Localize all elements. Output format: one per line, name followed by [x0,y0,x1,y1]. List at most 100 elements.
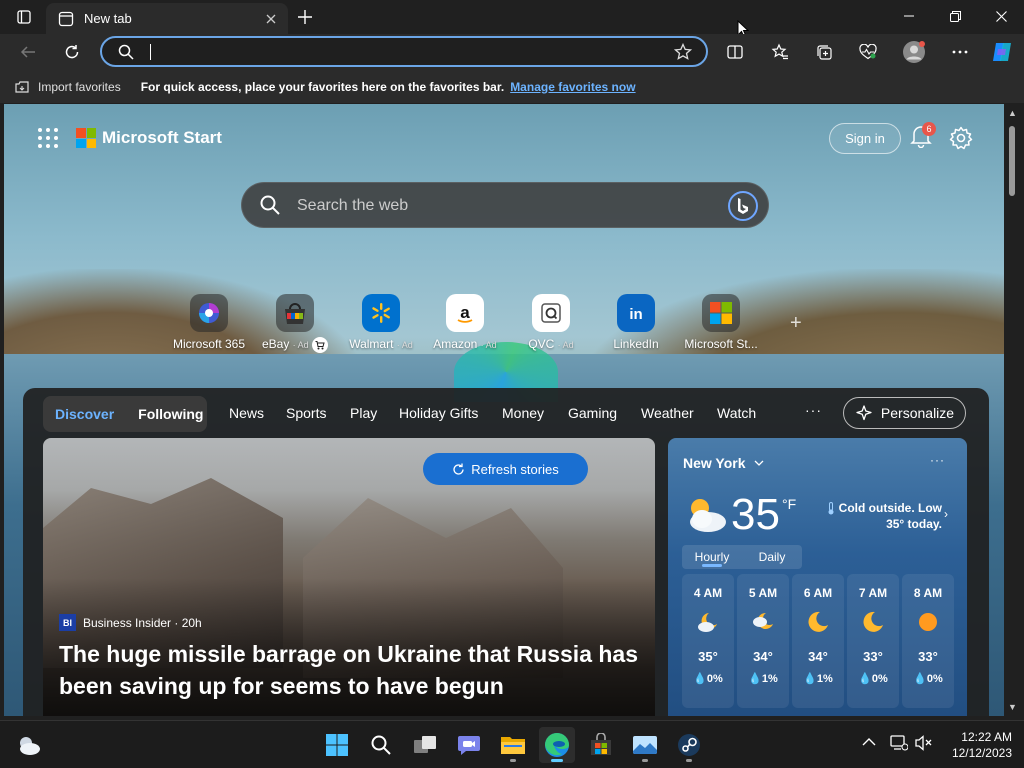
profile-button[interactable] [898,36,930,68]
minimize-button[interactable] [886,0,932,32]
restore-button[interactable] [932,0,978,32]
quick-link-label: Microsoft St... [684,337,758,351]
bing-chat-button[interactable] [728,191,758,221]
sign-in-button[interactable]: Sign in [829,123,901,154]
app-launcher-icon[interactable] [36,126,60,150]
weather-city: New York [683,455,746,471]
quick-link[interactable]: a Amazon · Ad [420,294,510,351]
tile: in [617,294,655,332]
taskbar-edge[interactable] [539,727,575,763]
taskbar-search-button[interactable] [363,727,399,763]
browser-essentials-button[interactable] [852,36,884,68]
taskbar-clock[interactable]: 12:22 AM 12/12/2023 [938,729,1012,761]
weather-summary[interactable]: Cold outside. Low 35° today. [818,500,942,532]
new-tab-button[interactable] [292,4,318,30]
top-story-card[interactable]: Refresh stories BI Business Insider · 20… [43,438,655,716]
thermometer-icon [828,502,834,515]
weather-more-button[interactable]: ··· [930,453,945,467]
tab-new-tab[interactable]: New tab [46,3,288,34]
clock-date: 12/12/2023 [951,746,1012,760]
new-tab-page: Microsoft Start Sign in 6 Search the web… [4,104,1004,716]
notifications-button[interactable]: 6 [910,122,936,152]
taskbar-start-button[interactable] [319,727,355,763]
nav-news[interactable]: News [229,405,264,421]
refresh-button[interactable] [56,36,88,68]
personalize-button[interactable]: Personalize [843,397,966,429]
nav-money[interactable]: Money [502,405,544,421]
weather-card[interactable]: New York ··· 35 °F Cold outside. Low 35°… [668,438,967,716]
microsoft-start-logo[interactable]: Microsoft Start [76,128,222,148]
avatar-icon [903,41,925,63]
taskbar-weather-widget[interactable] [10,727,46,763]
hourly-item[interactable]: 5 AM 34° 💧1% [737,574,789,708]
manage-favorites-link[interactable]: Manage favorites now [510,80,635,94]
split-screen-button[interactable] [719,36,751,68]
tab-daily[interactable]: Daily [742,545,802,569]
hourly-item[interactable]: 6 AM 34° 💧1% [792,574,844,708]
forecast-temperature: 33° [863,649,883,664]
volume-muted-icon[interactable] [915,735,933,751]
walmart-icon [372,303,390,323]
taskbar-chat[interactable] [451,727,487,763]
scroll-down-icon[interactable]: ▼ [1008,702,1017,712]
taskbar-task-view[interactable] [407,727,443,763]
taskbar-steam[interactable] [671,727,707,763]
nav-holiday-gifts[interactable]: Holiday Gifts [399,405,478,421]
notification-badge: 6 [922,122,936,136]
close-window-button[interactable] [978,0,1024,32]
tab-discover[interactable]: Discover [43,406,126,422]
address-bar[interactable] [100,36,708,67]
story-source[interactable]: BI Business Insider · 20h [59,614,202,631]
quick-link-label: LinkedIn [613,337,659,351]
gear-icon[interactable] [949,126,973,150]
page-scrollbar[interactable]: ▲ ▼ [1004,104,1020,716]
quick-link[interactable]: QVC · Ad [506,294,596,351]
quick-link[interactable]: in LinkedIn [591,294,681,351]
quick-link[interactable]: Walmart · Ad [336,294,426,351]
tab-actions-button[interactable] [8,4,40,30]
add-quick-link-button[interactable]: + [790,312,802,335]
import-favorites-button[interactable]: Import favorites [14,80,121,94]
tab-following[interactable]: Following [126,406,215,422]
quick-link[interactable]: Microsoft St... [676,294,766,351]
weather-location[interactable]: New York [683,455,764,471]
nav-weather[interactable]: Weather [641,405,694,421]
partly-cloudy-night-icon [753,612,773,629]
back-arrow-icon [20,46,35,58]
tab-close-button[interactable] [258,6,284,32]
hourly-item[interactable]: 7 AM 33° 💧0% [847,574,899,708]
copilot-button[interactable] [986,36,1018,68]
back-button[interactable] [12,36,44,68]
collections-button[interactable] [808,36,840,68]
settings-more-button[interactable] [944,36,976,68]
web-search-box[interactable]: Search the web [241,182,769,228]
title-bar: New tab [0,0,1024,38]
favorites-button[interactable] [764,36,796,68]
hourly-item[interactable]: 8 AM 33° 💧0% [902,574,954,708]
quick-link[interactable]: eBay · Ad [250,294,340,353]
forecast-hour: 5 AM [748,586,778,600]
taskbar-microsoft-store[interactable] [583,727,619,763]
scrollbar-thumb[interactable] [1009,126,1015,196]
chevron-right-icon[interactable]: › [944,507,948,521]
quick-link[interactable]: Microsoft 365 [164,294,254,351]
refresh-stories-button[interactable]: Refresh stories [423,453,588,485]
nav-watch[interactable]: Watch [717,405,756,421]
tab-hourly[interactable]: Hourly [682,545,742,569]
search-icon [260,195,280,215]
favorite-star-icon[interactable] [674,43,692,61]
taskbar-file-explorer[interactable] [495,727,531,763]
taskbar-photos[interactable] [627,727,663,763]
nav-gaming[interactable]: Gaming [568,405,617,421]
scroll-up-icon[interactable]: ▲ [1008,108,1017,118]
nav-sports[interactable]: Sports [286,405,326,421]
nav-more-button[interactable]: ··· [805,402,822,418]
network-icon[interactable] [890,735,908,751]
address-input[interactable] [152,42,652,62]
chevron-up-icon[interactable] [862,737,876,747]
hourly-item[interactable]: 4 AM 35° 💧0% [682,574,734,708]
steam-icon [678,734,700,756]
forecast-precipitation: 💧0% [858,673,888,685]
story-headline[interactable]: The huge missile barrage on Ukraine that… [59,638,649,702]
nav-play[interactable]: Play [350,405,377,421]
